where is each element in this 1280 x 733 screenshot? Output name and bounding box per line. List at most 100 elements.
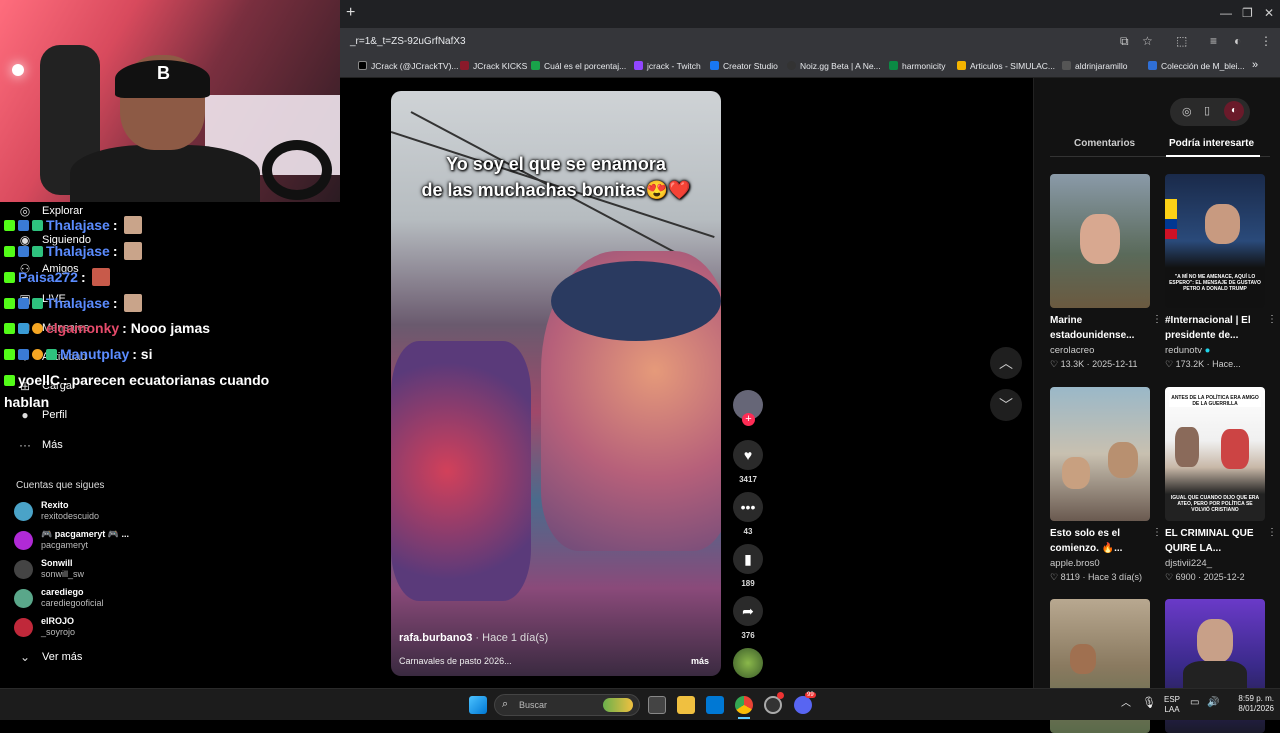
address-bar[interactable]: _r=1&_t=ZS-92uGrfNafX3 ⧉ ☆ ⬚ ≡ ◐ ⋮ (340, 28, 1280, 56)
video-player[interactable]: Yo soy el que se enamora de las muchacha… (391, 91, 721, 676)
chat-message: Thalajase: (4, 294, 142, 312)
avatar (14, 617, 33, 637)
more-button[interactable]: más (691, 656, 709, 666)
recommended-video-card[interactable]: Marine estadounidense... cerolacreo ♡ 13… (1050, 174, 1162, 370)
comment-button[interactable]: ••• 43 (733, 492, 763, 536)
heart-outline-icon: ♡ (1050, 572, 1061, 582)
network-icon[interactable]: ▭ (1190, 698, 1199, 708)
install-app-icon[interactable]: ⧉ (1120, 34, 1129, 49)
active-tab-indicator (1166, 155, 1260, 157)
file-explorer-icon[interactable] (677, 696, 695, 714)
recommended-video-card[interactable]: Esto solo es el comienzo. 🔥... apple.bro… (1050, 387, 1162, 583)
bookmark-favicon-icon (460, 61, 469, 70)
sub-badge-icon (18, 297, 29, 309)
bookmark-item[interactable]: Creator Studio (710, 61, 778, 71)
next-video-button[interactable]: ﹀ (990, 389, 1022, 421)
chrome-icon[interactable] (735, 696, 753, 714)
video-author[interactable]: rafa.burbano3 · Hace 1 día(s) (399, 632, 548, 644)
following-account[interactable]: carediego carediegooficial (14, 587, 104, 609)
kick-badge-icon (4, 297, 15, 309)
bookmark-star-icon[interactable]: ☆ (1142, 34, 1153, 48)
bookmark-item[interactable]: JCrack KICKS (460, 61, 527, 71)
tab-comentarios[interactable]: Comentarios (1074, 138, 1135, 149)
taskbar-search[interactable]: ⌕ Buscar (494, 694, 640, 716)
following-account[interactable]: elROJO _soyrojo (14, 616, 75, 638)
chat-message: yoellC: parecen ecuatorianas cuando (4, 372, 269, 388)
menu-icon[interactable]: ⋮ (1260, 34, 1272, 48)
emote-icon (123, 242, 142, 260)
task-view-icon[interactable] (648, 696, 666, 714)
thumbnail-person (1080, 214, 1120, 264)
badge-icon (32, 297, 43, 309)
bookmark-item[interactable]: Cuál es el porcentaj... (531, 61, 626, 71)
search-highlight-icon (603, 698, 633, 712)
following-title: Cuentas que sigues (16, 480, 105, 491)
thumbnail-person (1221, 429, 1249, 469)
badge-icon (46, 348, 57, 360)
windows-start-icon[interactable] (469, 696, 487, 714)
nav-mas[interactable]: ··· Más (16, 438, 63, 452)
music-disc-button[interactable] (733, 648, 763, 678)
share-icon: ➦ (733, 596, 763, 626)
bookmark-item[interactable]: jcrack - Twitch (634, 61, 701, 71)
chevron-up-icon[interactable]: ︿ (1121, 699, 1131, 709)
panel-toolbar: ◎ ▯ ◐ (1170, 98, 1250, 126)
share-button[interactable]: ➦ 376 (733, 596, 763, 640)
comment-icon: ••• (733, 492, 763, 522)
card-menu-icon[interactable]: ⋮ (1267, 527, 1277, 538)
compass-icon[interactable]: ◎ (1182, 105, 1192, 118)
bookmark-item[interactable]: harmonicity (889, 61, 945, 71)
sub-badge-icon (18, 348, 29, 360)
bookmark-item[interactable]: Articulos - SIMULAC... (957, 61, 1055, 71)
heart-outline-icon: ♡ (1050, 359, 1061, 369)
following-account[interactable]: Sonwill sonwill_sw (14, 558, 84, 580)
sub-badge-icon (18, 219, 29, 231)
nav-perfil[interactable]: ● Perfil (16, 408, 67, 422)
following-account[interactable]: 🎮 pacgameryt 🎮 ... pacgameryt (14, 529, 129, 551)
bookmarks-overflow-icon[interactable]: » (1252, 59, 1258, 71)
bookmark-icon: ▮ (733, 544, 763, 574)
recommended-video-card[interactable]: ANTES DE LA POLÍTICA ERA AMIGO DE LA GUE… (1165, 387, 1277, 583)
profile-icon[interactable]: ◐ (1234, 34, 1241, 48)
like-button[interactable]: ♥ 3417 (733, 440, 763, 484)
creator-avatar-button[interactable]: + (733, 390, 763, 426)
kick-badge-icon (4, 245, 15, 257)
card-menu-icon[interactable]: ⋮ (1152, 527, 1162, 538)
follow-plus-icon[interactable]: + (742, 413, 755, 426)
save-button[interactable]: ▮ 189 (733, 544, 763, 588)
see-more-button[interactable]: ⌄ Ver más (16, 650, 82, 664)
following-account[interactable]: Rexito rexitodescuido (14, 500, 99, 522)
bookmark-item[interactable]: aldrinjaramillo (1062, 61, 1127, 71)
url-text[interactable]: _r=1&_t=ZS-92uGrfNafX3 (350, 36, 466, 47)
badge-icon (32, 245, 43, 257)
card-menu-icon[interactable]: ⋮ (1267, 314, 1277, 325)
microphone-icon[interactable]: 🎙 (1142, 698, 1156, 709)
tab-podria-interesarte[interactable]: Podría interesarte (1169, 138, 1254, 149)
volume-icon[interactable]: 🔊 (1207, 698, 1219, 708)
bookmark-item[interactable]: Noiz.gg Beta | A Ne... (787, 61, 881, 71)
mail-icon[interactable] (706, 696, 724, 714)
bookmark-item[interactable]: Colección de M_blei... (1148, 61, 1245, 71)
language-indicator[interactable]: ESP LAA (1160, 695, 1184, 715)
discord-icon[interactable] (794, 696, 812, 714)
bookmark-item[interactable]: JCrack (@JCrackTV)... (358, 61, 459, 71)
restore-icon[interactable]: ❐ (1242, 6, 1253, 20)
kick-badge-icon (4, 219, 15, 231)
reading-list-icon[interactable]: ≡ (1210, 34, 1217, 48)
new-tab-button[interactable]: + (346, 4, 355, 22)
phone-icon[interactable]: ▯ (1204, 104, 1210, 117)
emote-icon (123, 294, 142, 312)
recommended-video-card[interactable]: "A MÍ NO ME AMENACE, AQUÍ LO ESPERO": EL… (1165, 174, 1277, 370)
profile-avatar-icon[interactable]: ◐ (1224, 101, 1244, 121)
badge-icon (32, 348, 43, 360)
chevron-down-icon: ﹀ (999, 397, 1013, 413)
avatar (14, 501, 33, 521)
clock[interactable]: 8:59 p. m. 8/01/2026 (1224, 694, 1274, 714)
close-window-icon[interactable]: ✕ (1264, 6, 1274, 20)
extensions-icon[interactable]: ⬚ (1176, 34, 1187, 48)
minimize-icon[interactable]: — (1220, 6, 1232, 20)
thumbnail-person (1108, 442, 1138, 478)
video-caption: Yo soy el que se enamora de las muchacha… (421, 154, 691, 200)
card-menu-icon[interactable]: ⋮ (1152, 314, 1162, 325)
previous-video-button[interactable]: ︿ (990, 347, 1022, 379)
